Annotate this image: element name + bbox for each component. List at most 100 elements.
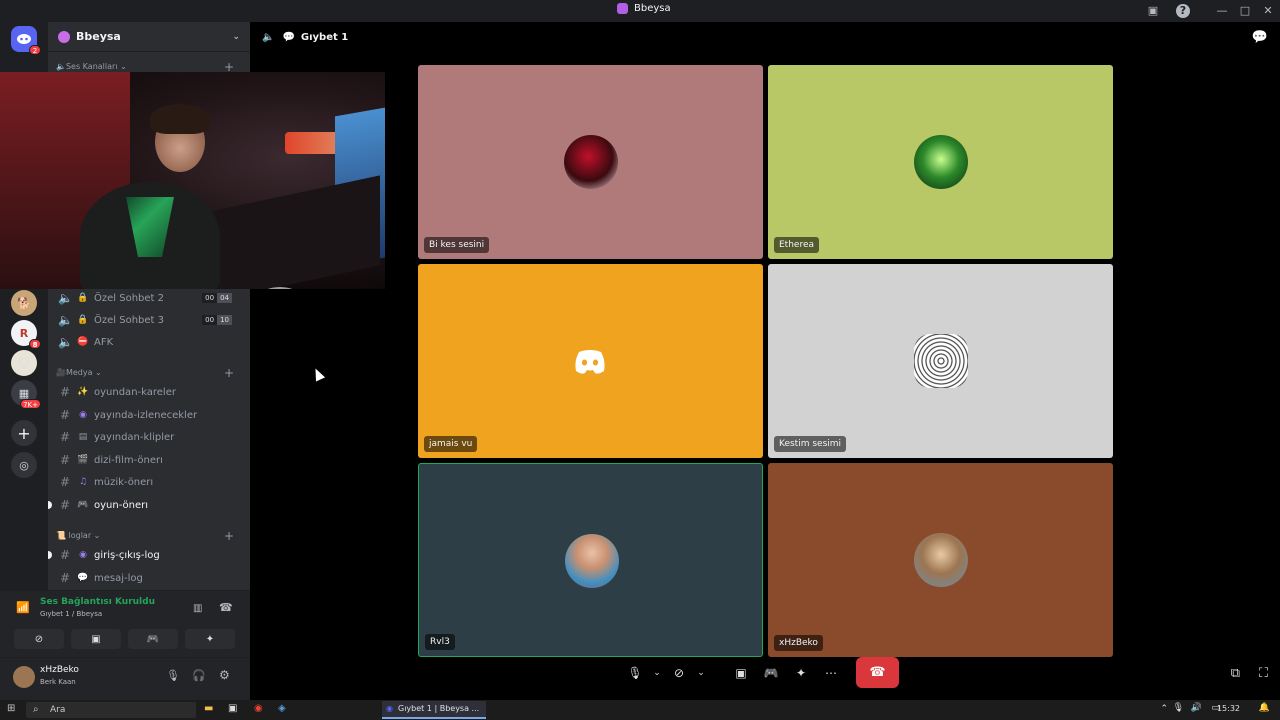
avatar[interactable] [13, 666, 35, 688]
camera-button[interactable]: ⊘ [664, 659, 694, 687]
channel-emoji: ◉ [79, 410, 87, 420]
signal-icon[interactable]: 📶 [16, 601, 30, 614]
store-icon[interactable]: ▣ [228, 703, 237, 714]
channel-emoji: 🎮 [77, 500, 89, 510]
minimize-icon[interactable]: — [1215, 4, 1229, 18]
text-channel[interactable]: # ◉ giriş-çıkış-log [48, 545, 244, 565]
share-screen-button[interactable]: ▣ [71, 629, 121, 649]
call-header: 🔈 💬 Gıybet 1 [250, 22, 1280, 52]
text-channel[interactable]: # ◉ yayında-izlenecekler [58, 405, 244, 425]
channel-emoji: ♫ [78, 477, 88, 487]
text-channel[interactable]: # 🎬 dizi-film-önerı [58, 450, 244, 470]
chat-toggle-icon[interactable]: 💬 [1252, 30, 1268, 45]
webcam-stream-overlay[interactable] [0, 72, 385, 289]
headphones-icon[interactable]: 🎧 [192, 669, 206, 682]
text-channel[interactable]: # ▤ yayından-klipler [58, 427, 244, 447]
settings-gear-icon[interactable]: ⚙ [219, 668, 230, 682]
participant-tile[interactable]: xHzBeko [768, 463, 1113, 657]
inbox-icon[interactable]: ▣ [1146, 4, 1160, 18]
participant-tile[interactable]: Kestim sesimi [768, 264, 1113, 458]
channel-label: mesaj-log [94, 572, 143, 584]
notification-badge: 2 [29, 45, 41, 55]
speaker-icon: 🔈 [58, 335, 73, 349]
voice-channel[interactable]: 🔈 ⛔ AFK [58, 332, 244, 352]
close-icon[interactable]: ✕ [1261, 4, 1275, 18]
participant-tile[interactable]: Bi kes sesini [418, 65, 763, 259]
disconnect-icon[interactable]: ☎ [219, 601, 233, 614]
user-count: 00 [202, 315, 218, 325]
taskbar-search[interactable]: ⌕ Ara [26, 702, 196, 718]
microphone-icon: 🎙 [627, 666, 643, 680]
hash-icon: # [59, 571, 71, 585]
text-channel[interactable]: # ♫ müzik-önerı [58, 472, 244, 492]
taskbar-window-title: Gıybet 1 | Bbeysa ... [398, 704, 480, 713]
noise-suppression-icon[interactable]: ▥ [193, 603, 202, 614]
more-options-button[interactable]: ⋯ [816, 659, 846, 687]
server-header[interactable]: Bbeysa ⌄ [48, 22, 250, 52]
volume-icon[interactable]: 🔊 [1191, 703, 1202, 713]
soundboard-button[interactable]: ✦ [185, 629, 235, 649]
server-icon[interactable]: R 8 [11, 320, 41, 349]
hash-icon: # [59, 408, 71, 422]
text-channel[interactable]: # 🎮 oyun-önerı [48, 495, 244, 515]
voice-connection-panel: 📶 Ses Bağlantısı Kuruldu Gıybet 1 / Bbey… [0, 590, 250, 700]
popout-icon[interactable]: ⧉ [1231, 666, 1240, 681]
help-icon[interactable]: ? [1176, 4, 1190, 18]
text-channel[interactable]: # 💬 mesaj-log [58, 568, 244, 588]
server-icon[interactable]: 🐕 [11, 290, 37, 316]
category-media[interactable]: 🎥Medya ⌄ + [56, 366, 242, 380]
participant-tile[interactable]: Etherea [768, 65, 1113, 259]
participant-name: xHzBeko [774, 635, 823, 651]
channel-emoji: ✨ [77, 387, 89, 397]
category-label: Medya [65, 368, 93, 377]
folder-icon[interactable]: ▬ [204, 703, 213, 714]
text-channel[interactable]: # ✨ oyundan-kareler [58, 382, 244, 402]
start-icon[interactable]: ⊞ [7, 703, 15, 714]
microphone-button[interactable]: 🎙 [620, 659, 650, 687]
chevron-up-icon[interactable]: ⌃ [1160, 704, 1168, 714]
voice-channel[interactable]: 🔈 🔒 Özel Sohbet 3 00 10 [58, 310, 244, 330]
participant-tile[interactable]: Rvl3 [418, 463, 763, 657]
category-voice[interactable]: 🔈Ses Kanalları ⌄ + [56, 60, 242, 74]
maximize-icon[interactable]: □ [1238, 4, 1252, 18]
chrome-icon[interactable]: ◉ [254, 703, 263, 714]
disconnect-button[interactable]: ☎ [856, 657, 899, 688]
mic-options-chevron-icon[interactable]: ⌄ [650, 659, 664, 687]
microphone-icon[interactable]: 🎙 [166, 669, 180, 682]
hash-icon: # [59, 453, 71, 467]
microphone-tray-icon[interactable]: 🎙 [1173, 703, 1184, 713]
channel-label: müzik-önerı [94, 476, 154, 488]
add-server-icon[interactable]: + [11, 420, 37, 446]
voice-call-area: 🔈 💬 Gıybet 1 💬 Bi kes sesini Etherea jam… [250, 22, 1280, 700]
window-title-text: Bbeysa [634, 3, 671, 14]
user-name[interactable]: xHzBeko [40, 665, 79, 675]
activity-button[interactable]: 🎮 [128, 629, 178, 649]
explore-icon[interactable]: ◎ [11, 452, 37, 478]
soundboard-button[interactable]: ✦ [786, 659, 816, 687]
server-icon[interactable]: 🐱 [11, 350, 37, 376]
app-icon[interactable]: ◈ [278, 703, 286, 714]
activity-button[interactable]: 🎮 [756, 659, 786, 687]
add-channel-icon[interactable]: + [224, 529, 234, 543]
taskbar-discord-window[interactable]: ◉ Gıybet 1 | Bbeysa ... [382, 701, 486, 719]
share-screen-button[interactable]: ▣ [726, 659, 756, 687]
participant-tile[interactable]: jamais vu [418, 264, 763, 458]
server-folder-icon[interactable]: ▦ 7K+ [11, 380, 41, 409]
phone-hangup-icon: ☎ [869, 665, 886, 680]
fullscreen-icon[interactable]: ⛶ [1259, 666, 1268, 681]
taskbar-clock[interactable]: 15:32 [1217, 704, 1240, 713]
notifications-icon[interactable]: 🔔 [1259, 703, 1270, 713]
camera-off-button[interactable]: ⊘ [14, 629, 64, 649]
chevron-down-icon: ⌄ [232, 31, 240, 42]
add-channel-icon[interactable]: + [224, 366, 234, 380]
chat-icon[interactable]: 💬 [282, 32, 294, 43]
voice-channel[interactable]: 🔈 🔒 Özel Sohbet 2 00 04 [58, 288, 244, 308]
connection-status[interactable]: Ses Bağlantısı Kuruldu [40, 597, 155, 607]
category-label: loglar [68, 531, 92, 540]
connection-channel[interactable]: Gıybet 1 / Bbeysa [40, 610, 102, 618]
category-logs[interactable]: 📜 loglar ⌄ + [56, 529, 242, 543]
channel-label: Özel Sohbet 3 [94, 314, 164, 326]
discord-logo-icon [573, 349, 607, 379]
camera-options-chevron-icon[interactable]: ⌄ [694, 659, 708, 687]
discord-home-icon[interactable]: 2 [11, 26, 41, 55]
